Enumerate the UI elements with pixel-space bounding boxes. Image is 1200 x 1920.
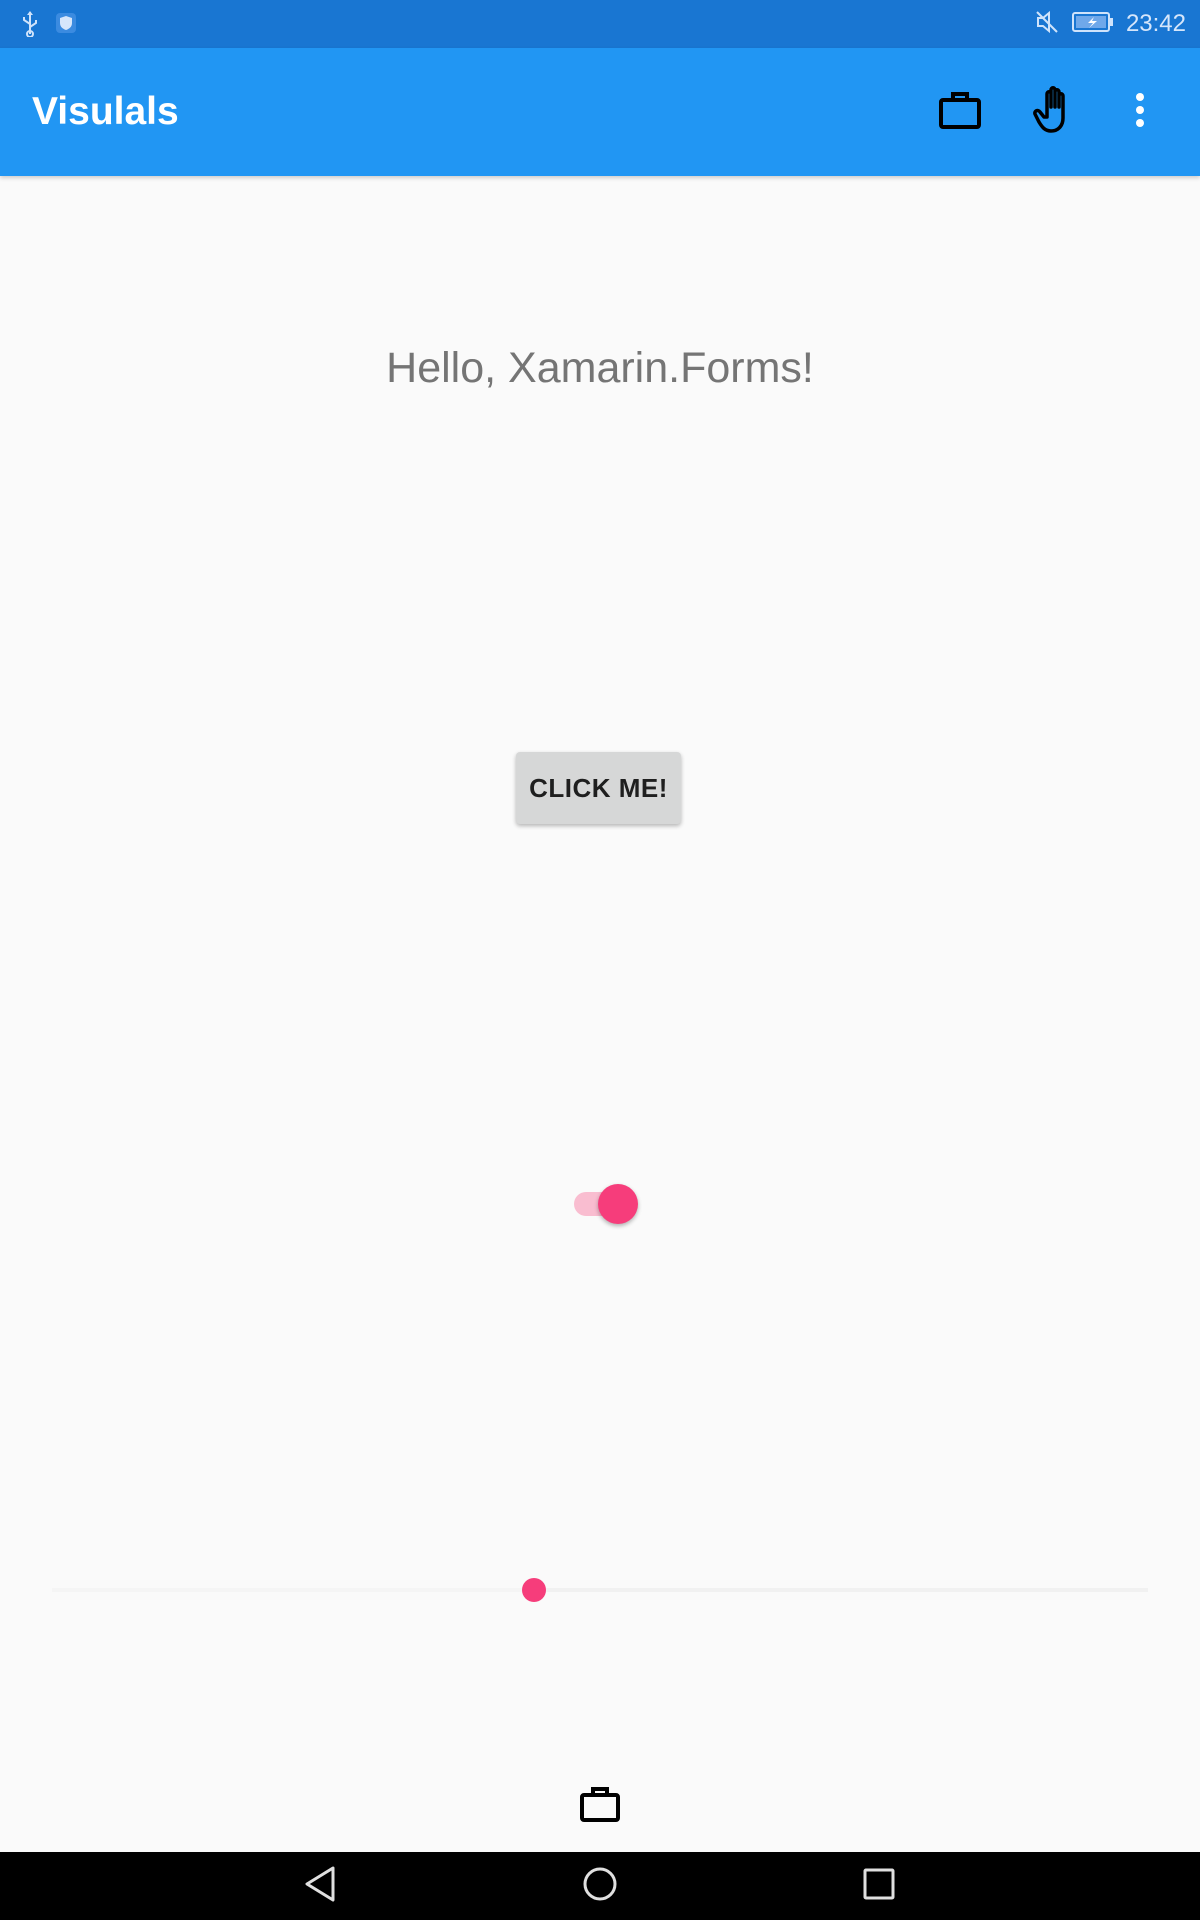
status-left-icons	[20, 11, 76, 42]
status-bar: 23:42	[0, 0, 1200, 48]
status-time: 23:42	[1125, 10, 1186, 37]
hello-label: Hello, Xamarin.Forms!	[386, 344, 814, 392]
briefcase-icon	[579, 1785, 621, 1828]
usb-icon	[20, 11, 40, 42]
slider-fill	[52, 1588, 535, 1592]
switch-thumb[interactable]	[598, 1184, 638, 1224]
recents-button[interactable]	[849, 1856, 909, 1916]
toggle-switch[interactable]	[572, 1183, 640, 1225]
hand-icon	[1033, 85, 1077, 140]
recents-icon	[863, 1868, 895, 1905]
mute-icon	[1034, 9, 1060, 40]
app-bar: Visulals	[0, 48, 1200, 176]
navigation-bar	[0, 1852, 1200, 1920]
briefcase-icon	[938, 90, 982, 135]
overflow-menu-button[interactable]	[1104, 76, 1176, 148]
battery-charging-icon	[1071, 11, 1114, 38]
slider-thumb[interactable]	[522, 1578, 547, 1602]
overflow-menu-icon	[1134, 92, 1146, 132]
shield-icon	[56, 12, 76, 41]
bottom-toolbar-briefcase-button[interactable]	[564, 1780, 636, 1832]
slider[interactable]	[52, 1576, 1148, 1604]
toolbar-hand-button[interactable]	[1019, 76, 1091, 148]
home-button[interactable]	[570, 1856, 630, 1916]
toolbar-briefcase-button[interactable]	[924, 76, 996, 148]
back-icon	[303, 1865, 337, 1908]
status-right-icons: 23:42	[1034, 0, 1186, 48]
app-title: Visulals	[32, 90, 179, 133]
click-me-button[interactable]: CLICK ME!	[516, 752, 681, 824]
back-button[interactable]	[290, 1856, 350, 1916]
home-icon	[582, 1866, 618, 1907]
